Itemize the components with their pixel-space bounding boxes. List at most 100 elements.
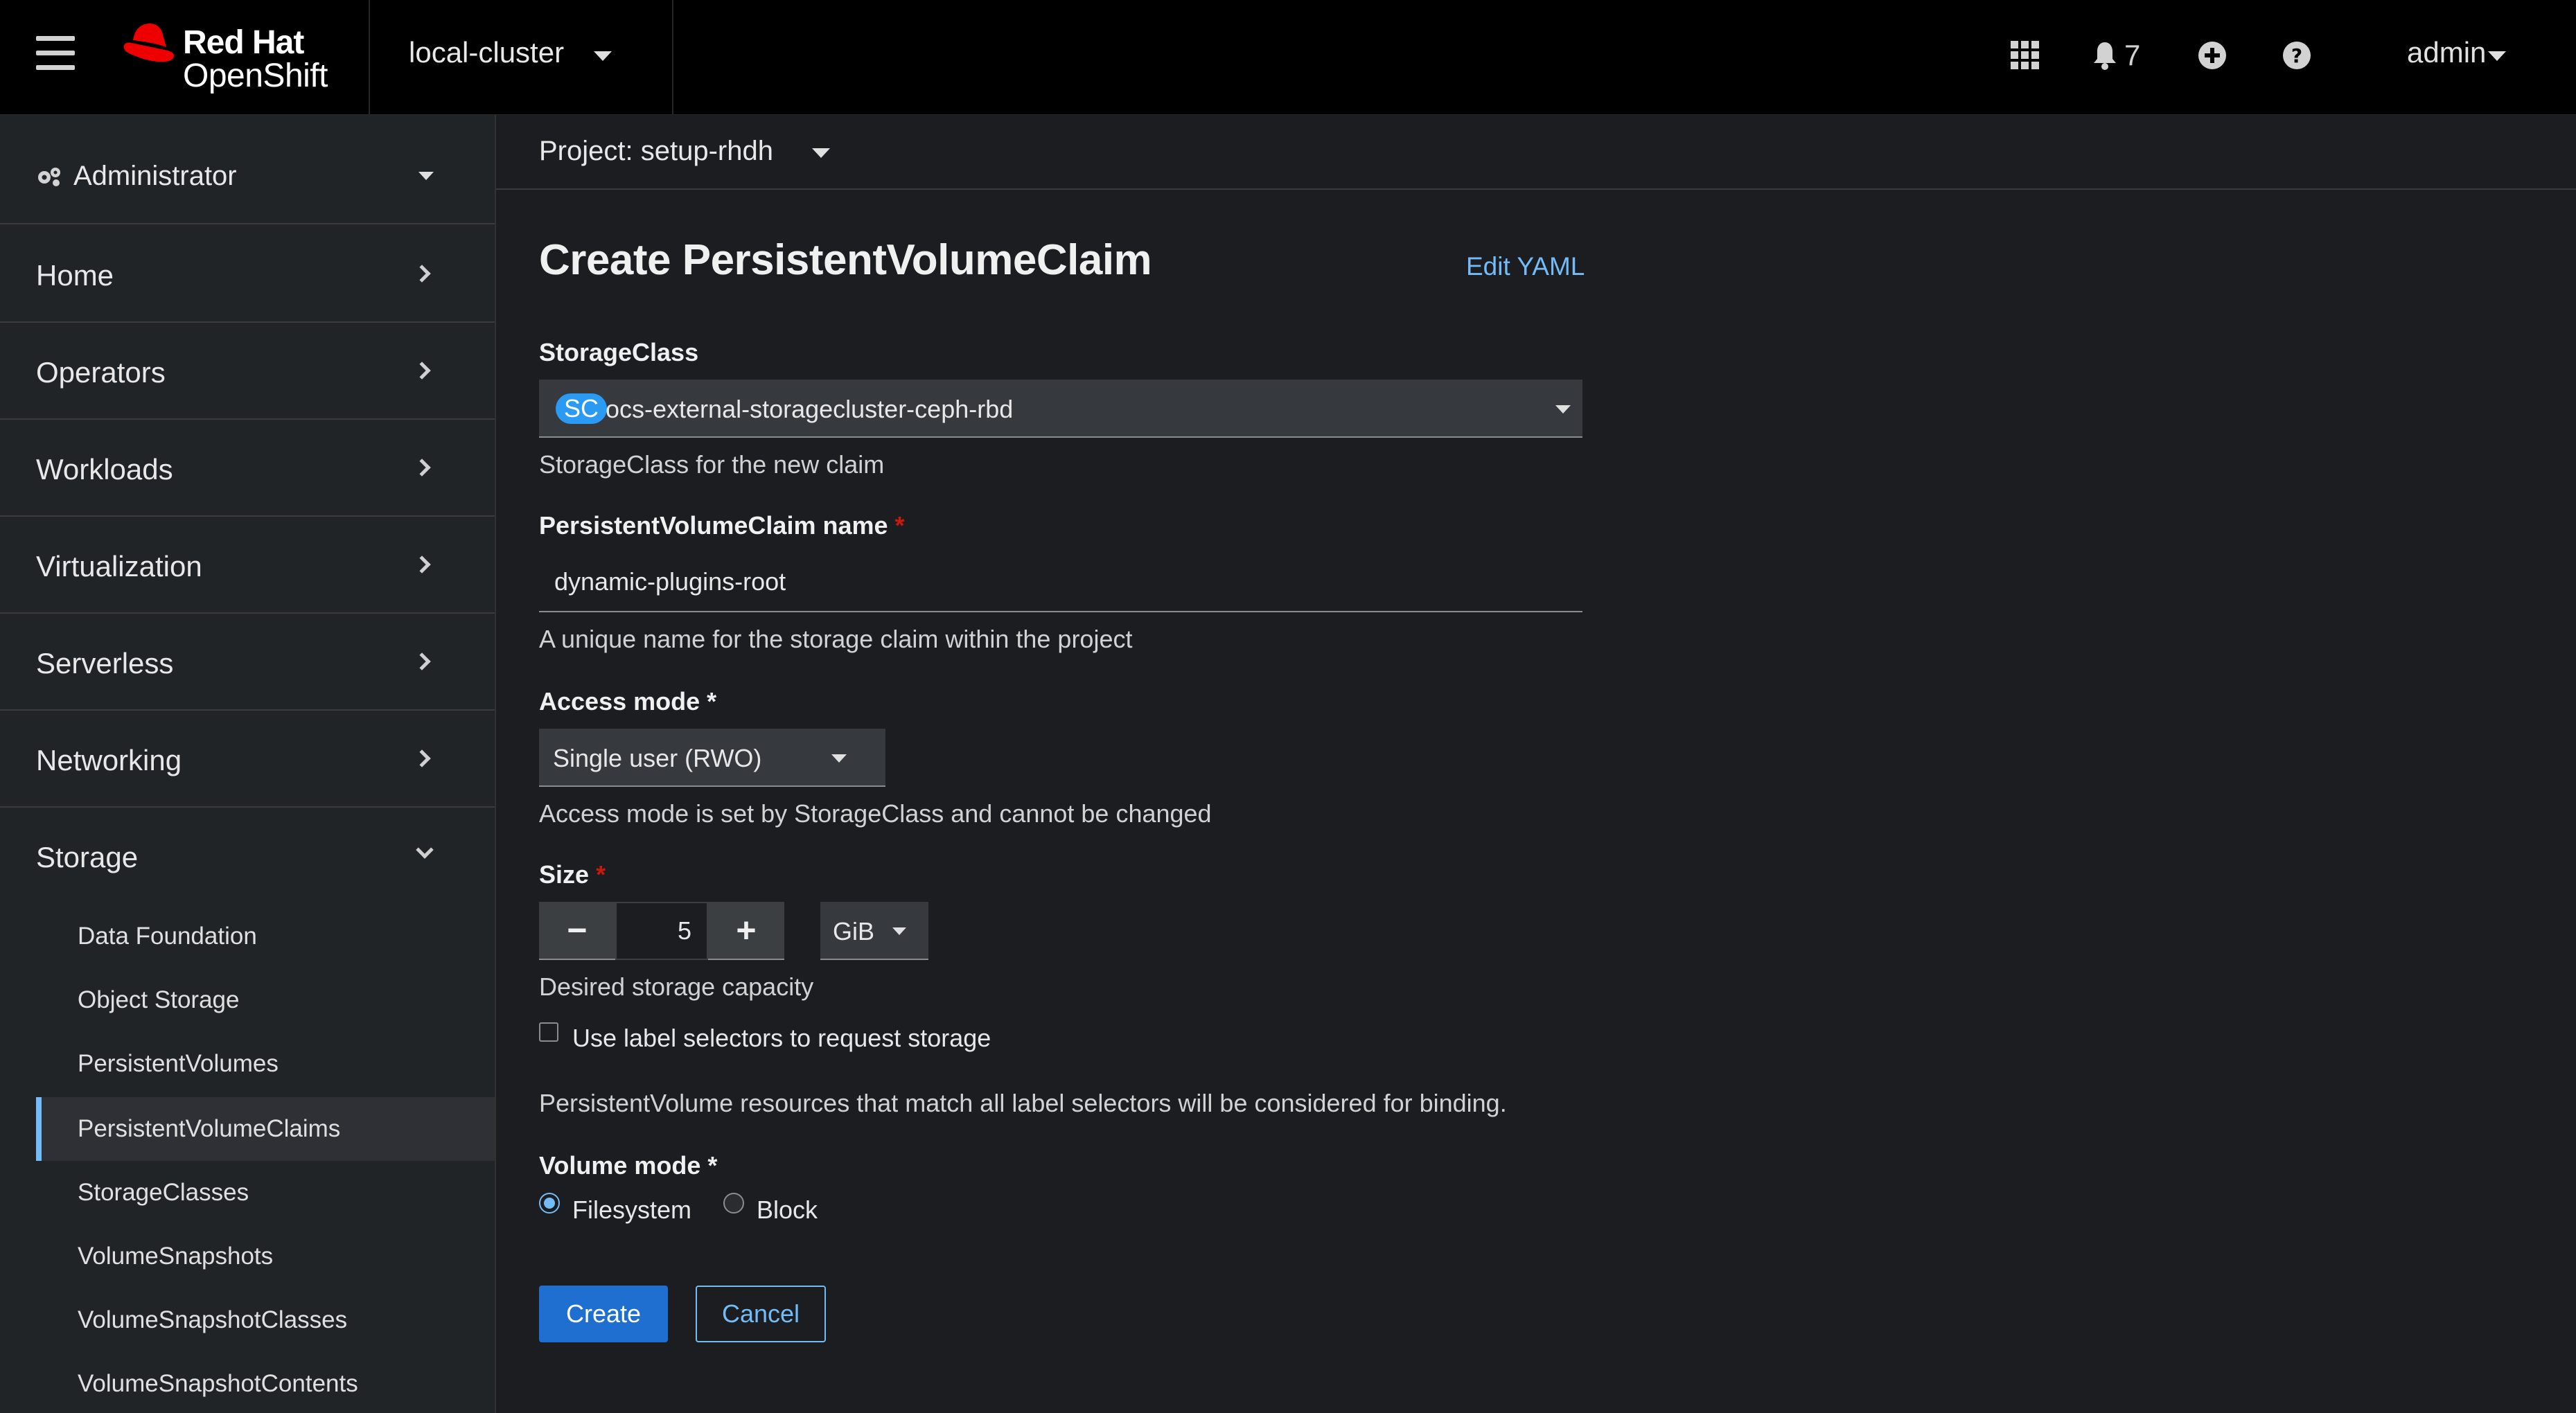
menu-icon[interactable] bbox=[36, 36, 75, 71]
svg-text:?: ? bbox=[2291, 44, 2302, 67]
size-unit-value: GiB bbox=[833, 917, 875, 945]
label-selectors-label[interactable]: Use label selectors to request storage bbox=[572, 1024, 991, 1053]
chevron-down-icon[interactable] bbox=[2488, 51, 2506, 61]
volume-mode-label: Volume mode * bbox=[539, 1151, 717, 1180]
size-unit-dropdown[interactable]: GiB bbox=[820, 902, 928, 960]
access-mode-dropdown[interactable]: Single user (RWO) bbox=[539, 729, 885, 787]
chevron-right-icon bbox=[413, 265, 431, 283]
brand-line1: Red Hat bbox=[183, 24, 304, 61]
nav-subitem-persistentvolumeclaims[interactable]: PersistentVolumeClaims bbox=[36, 1097, 495, 1161]
label-selectors-checkbox[interactable] bbox=[539, 1022, 558, 1042]
masthead: Red Hat OpenShift local-cluster 7 ? admi… bbox=[0, 0, 2576, 115]
chevron-down-icon[interactable] bbox=[594, 51, 612, 61]
storageclass-dropdown[interactable]: SC ocs-external-storagecluster-ceph-rbd bbox=[539, 380, 1582, 438]
perspective-label: Administrator bbox=[73, 161, 237, 191]
nav-subitem-volumesnapshotclasses[interactable]: VolumeSnapshotClasses bbox=[36, 1288, 495, 1352]
radio-block-label[interactable]: Block bbox=[757, 1196, 818, 1225]
access-mode-help: Access mode is set by StorageClass and c… bbox=[539, 799, 1212, 828]
chevron-down-icon bbox=[416, 841, 434, 859]
nav-subitem-data-foundation[interactable]: Data Foundation bbox=[36, 905, 495, 968]
nav-sublabel: VolumeSnapshotContents bbox=[78, 1370, 358, 1397]
main-content: Create PersistentVolumeClaim Edit YAML S… bbox=[496, 191, 2576, 1413]
perspective-switcher[interactable]: Administrator bbox=[0, 115, 495, 224]
chevron-down-icon bbox=[831, 754, 847, 763]
size-input[interactable] bbox=[615, 902, 708, 960]
brand-logo[interactable]: Red Hat OpenShift bbox=[118, 18, 333, 94]
label-selectors-help: PersistentVolume resources that match al… bbox=[539, 1089, 1507, 1117]
nav-label: Operators bbox=[36, 356, 166, 389]
decrement-button[interactable]: − bbox=[539, 902, 615, 960]
nav-item-virtualization[interactable]: Virtualization bbox=[0, 517, 495, 614]
chevron-down-icon[interactable] bbox=[812, 148, 830, 158]
nav-subitem-volumesnapshotcontents[interactable]: VolumeSnapshotContents bbox=[36, 1352, 495, 1413]
notifications-button[interactable]: 7 bbox=[2092, 35, 2140, 76]
chevron-right-icon bbox=[413, 749, 431, 767]
chevron-right-icon bbox=[413, 459, 431, 477]
apps-grid-icon[interactable] bbox=[2011, 35, 2040, 76]
nav-sublabel: VolumeSnapshotClasses bbox=[78, 1306, 348, 1333]
chevron-down-icon bbox=[1555, 405, 1571, 414]
nav-sublabel: PersistentVolumeClaims bbox=[78, 1115, 341, 1142]
nav-label: Storage bbox=[36, 841, 139, 873]
nav-item-operators[interactable]: Operators bbox=[0, 323, 495, 420]
help-icon[interactable]: ? bbox=[2282, 35, 2311, 76]
cluster-selector[interactable]: local-cluster bbox=[409, 36, 564, 69]
size-label-text: Size bbox=[539, 860, 590, 889]
access-mode-value: Single user (RWO) bbox=[553, 744, 762, 772]
nav-item-serverless[interactable]: Serverless bbox=[0, 614, 495, 711]
nav-sublabel: StorageClasses bbox=[78, 1179, 249, 1206]
access-mode-label-text: Access mode bbox=[539, 687, 700, 716]
brand-line2: OpenShift bbox=[183, 57, 328, 94]
required-mark: * bbox=[707, 687, 717, 716]
edit-yaml-link[interactable]: Edit YAML bbox=[1466, 252, 1585, 281]
pvc-name-help: A unique name for the storage claim with… bbox=[539, 625, 1133, 653]
masthead-divider bbox=[369, 0, 370, 115]
nav-sublabel: Data Foundation bbox=[78, 923, 257, 950]
cogs-icon bbox=[38, 168, 60, 186]
storageclass-label: StorageClass bbox=[539, 338, 699, 366]
pvc-name-label: PersistentVolumeClaim name * bbox=[539, 511, 905, 540]
user-menu[interactable]: admin bbox=[2407, 36, 2486, 69]
nav-subitem-storageclasses[interactable]: StorageClasses bbox=[36, 1161, 495, 1225]
nav-sublabel: Object Storage bbox=[78, 986, 240, 1013]
radio-filesystem[interactable] bbox=[539, 1193, 560, 1214]
sidebar: Administrator Home Operators Workloads V… bbox=[0, 115, 496, 1413]
required-mark: * bbox=[707, 1151, 718, 1180]
nav-item-storage[interactable]: Storage bbox=[0, 808, 495, 905]
nav-item-networking[interactable]: Networking bbox=[0, 711, 495, 808]
nav-label: Workloads bbox=[36, 453, 173, 486]
size-help: Desired storage capacity bbox=[539, 972, 814, 1001]
nav-item-home[interactable]: Home bbox=[0, 226, 495, 323]
pvc-name-input[interactable] bbox=[539, 553, 1582, 612]
volume-mode-label-text: Volume mode bbox=[539, 1151, 701, 1180]
access-mode-label: Access mode * bbox=[539, 687, 716, 716]
required-mark: * bbox=[596, 860, 606, 889]
pvc-name-label-text: PersistentVolumeClaim name bbox=[539, 511, 888, 540]
radio-block[interactable] bbox=[723, 1193, 744, 1214]
nav-subitem-object-storage[interactable]: Object Storage bbox=[36, 968, 495, 1032]
chevron-down-icon bbox=[418, 172, 434, 180]
storageclass-help: StorageClass for the new claim bbox=[539, 450, 885, 479]
nav-sublabel: PersistentVolumes bbox=[78, 1050, 279, 1077]
nav-subitem-persistentvolumes[interactable]: PersistentVolumes bbox=[36, 1032, 495, 1096]
redhat-logo-icon bbox=[123, 24, 175, 62]
masthead-divider bbox=[672, 0, 673, 115]
bell-icon bbox=[2094, 42, 2116, 70]
nav-subitem-volumesnapshots[interactable]: VolumeSnapshots bbox=[36, 1225, 495, 1288]
nav-sublabel: VolumeSnapshots bbox=[78, 1243, 274, 1270]
create-button[interactable]: Create bbox=[539, 1286, 668, 1342]
chevron-down-icon bbox=[892, 927, 906, 935]
size-label: Size * bbox=[539, 860, 606, 889]
plus-circle-icon[interactable] bbox=[2198, 35, 2227, 76]
cancel-button[interactable]: Cancel bbox=[696, 1286, 826, 1342]
radio-filesystem-label[interactable]: Filesystem bbox=[572, 1196, 691, 1225]
project-selector[interactable]: Project: setup-rhdh bbox=[539, 136, 773, 167]
nav-label: Serverless bbox=[36, 647, 174, 679]
page-title: Create PersistentVolumeClaim bbox=[539, 236, 1152, 284]
nav-item-workloads[interactable]: Workloads bbox=[0, 420, 495, 517]
increment-button[interactable]: + bbox=[708, 902, 784, 960]
nav-label: Networking bbox=[36, 744, 182, 776]
nav-label: Home bbox=[36, 259, 114, 292]
chevron-right-icon bbox=[413, 556, 431, 574]
storageclass-value: ocs-external-storagecluster-ceph-rbd bbox=[606, 395, 1014, 423]
